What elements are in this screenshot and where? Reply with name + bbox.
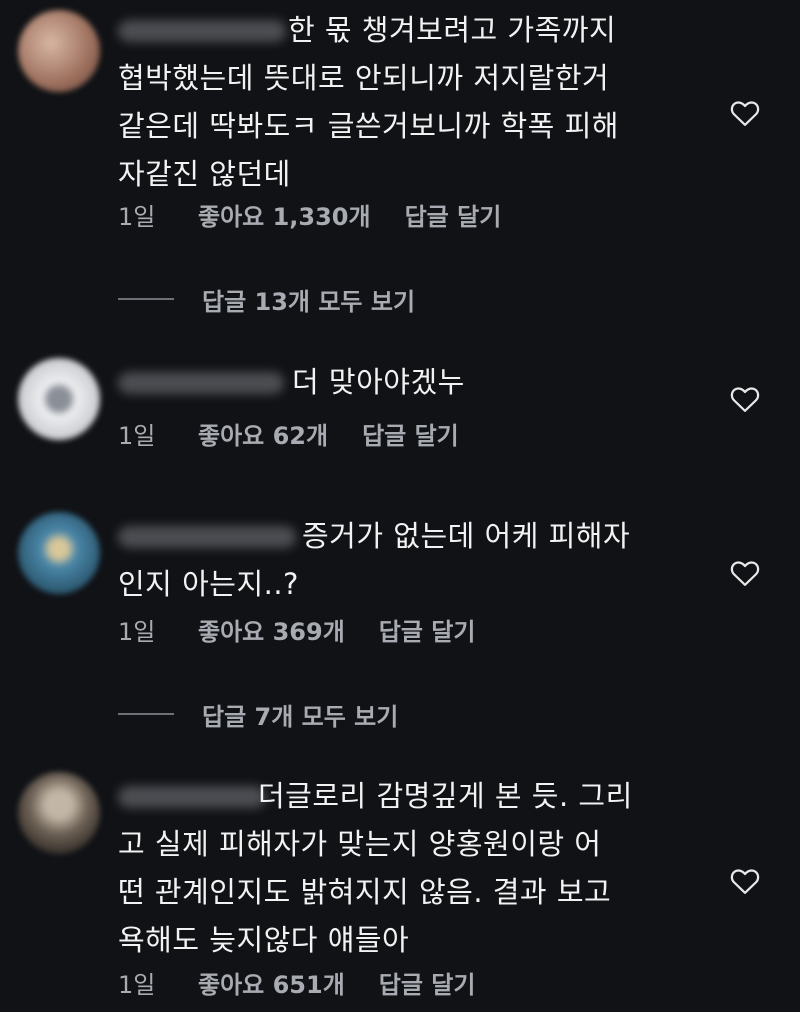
reply-button[interactable]: 답글 달기: [379, 617, 476, 647]
heart-outline-icon: [730, 101, 760, 126]
reply-button[interactable]: 답글 달기: [405, 202, 502, 232]
view-replies-button[interactable]: 답글 7개 모두 보기: [118, 699, 399, 731]
like-count[interactable]: 좋아요 1,330개: [198, 202, 371, 232]
view-replies-button[interactable]: 답글 13개 모두 보기: [118, 284, 416, 316]
reply-button[interactable]: 답글 달기: [362, 421, 459, 451]
view-replies-label: 답글 7개 모두 보기: [202, 702, 399, 731]
comment-text: 더 맞아야겠누: [292, 365, 465, 399]
like-button[interactable]: [728, 558, 762, 588]
divider-line: [118, 298, 174, 300]
comment-meta: 1일 좋아요 369개 답글 달기: [118, 617, 475, 647]
comment-text: 한 몫 챙겨보려고 가족까지 협박했는데 뜻대로 안되니까 저지랄한거 같은데 …: [118, 13, 619, 191]
comment-time: 1일: [118, 422, 156, 450]
like-button[interactable]: [728, 384, 762, 414]
like-button[interactable]: [728, 98, 762, 128]
like-count[interactable]: 좋아요 651개: [198, 970, 345, 1000]
avatar[interactable]: [18, 772, 100, 854]
heart-outline-icon: [730, 561, 760, 586]
like-button[interactable]: [728, 866, 762, 896]
view-replies-label: 답글 13개 모두 보기: [202, 287, 416, 316]
comment-meta: 1일 좋아요 1,330개 답글 달기: [118, 202, 501, 232]
comment-time: 1일: [118, 203, 156, 231]
comment-time: 1일: [118, 971, 156, 999]
heart-outline-icon: [730, 387, 760, 412]
comment-meta: 1일 좋아요 651개 답글 달기: [118, 970, 475, 1000]
reply-button[interactable]: 답글 달기: [379, 970, 476, 1000]
comment-text: 증거가 없는데 어케 피해자 인지 아는지..?: [118, 519, 631, 601]
comment-time: 1일: [118, 618, 156, 646]
heart-outline-icon: [730, 869, 760, 894]
avatar[interactable]: [18, 358, 100, 440]
like-count[interactable]: 좋아요 369개: [198, 617, 345, 647]
comment-meta: 1일 좋아요 62개 답글 달기: [118, 421, 459, 451]
divider-line: [118, 713, 174, 715]
comment-text: 더글로리 감명깊게 본 듯. 그리 고 실제 피해자가 맞는지 양홍원이랑 어 …: [118, 779, 633, 957]
avatar[interactable]: [18, 10, 100, 92]
like-count[interactable]: 좋아요 62개: [198, 421, 328, 451]
avatar[interactable]: [18, 512, 100, 594]
